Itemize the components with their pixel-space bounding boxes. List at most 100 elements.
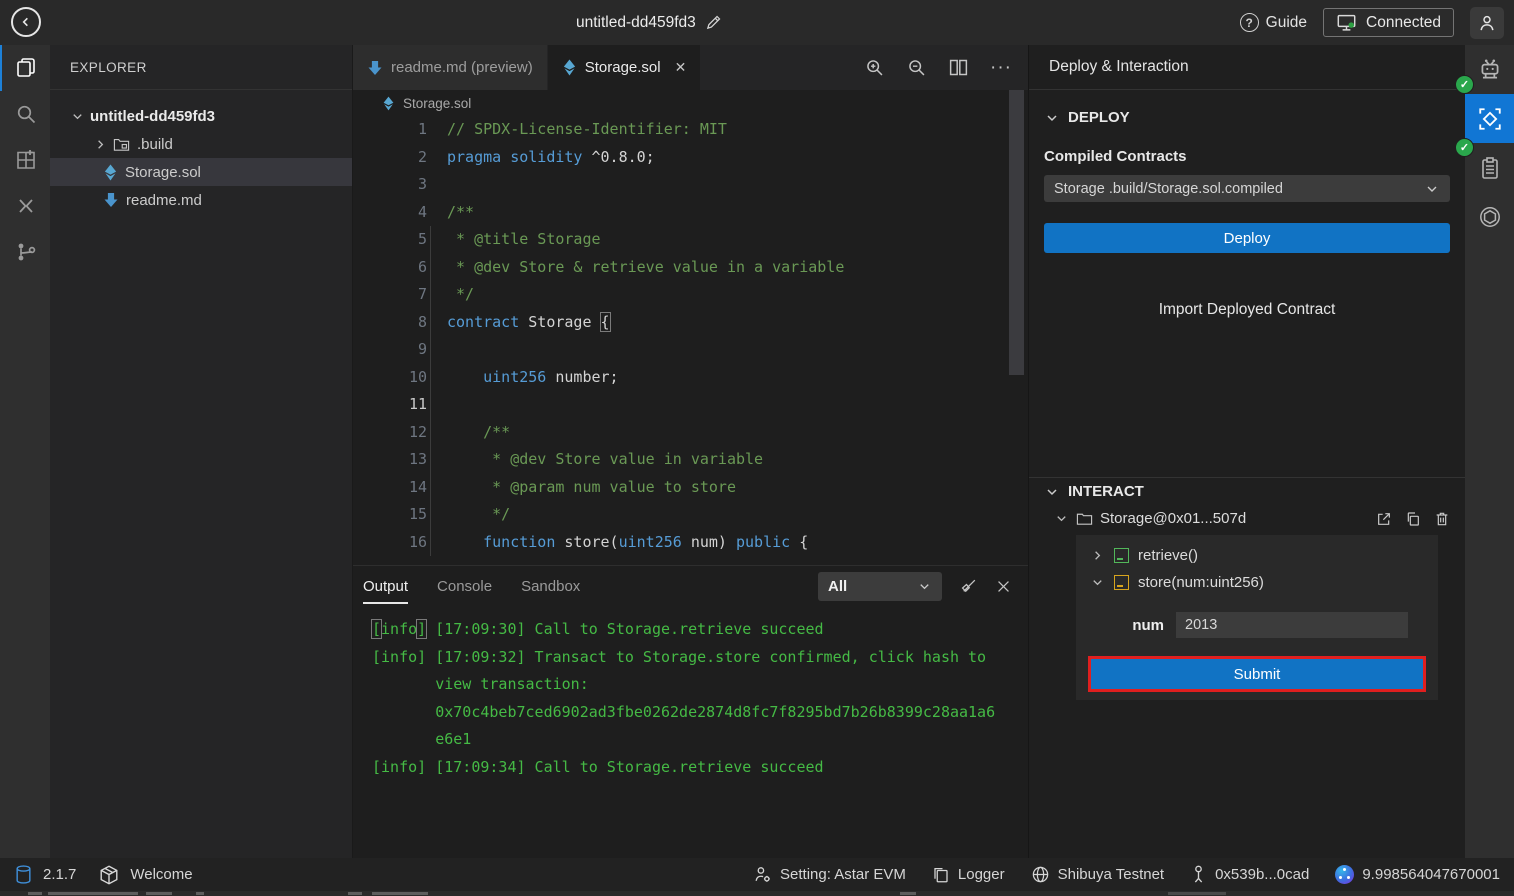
tab-console[interactable]: Console [437,566,492,607]
tab-label: readme.md (preview) [391,59,533,76]
git-fork-icon [14,240,38,264]
view-method-icon [1114,548,1129,563]
deploy-section-toggle[interactable]: DEPLOY [1044,109,1450,126]
sidebar-item-source-control[interactable] [0,229,50,275]
avatar[interactable] [1470,7,1504,39]
guide-button[interactable]: ? Guide [1240,13,1307,32]
output-panel: Output Console Sandbox All [info] [1 [353,565,1028,858]
close-tab-icon[interactable]: ✕ [675,59,687,76]
method-name: retrieve() [1138,547,1198,564]
chevron-down-icon [1044,110,1060,126]
zoom-out-icon[interactable] [906,57,927,78]
sidebar-item-search[interactable] [0,91,50,137]
more-actions-icon[interactable]: ··· [990,63,1012,73]
tab-readme-md[interactable]: readme.md (preview) [353,45,547,90]
activity-bar-right [1465,45,1514,858]
deploy-section-label: DEPLOY [1068,109,1130,126]
panel-item-deploy-interaction[interactable] [1465,94,1514,143]
deploy-section: DEPLOY Compiled Contracts Storage .build… [1044,109,1450,319]
deploy-button[interactable]: Deploy [1044,223,1450,253]
chevron-down-icon [1090,575,1105,590]
code-line: 15 */ [353,501,1028,529]
title-bar: untitled-dd459fd3 ? Guide Connected [0,0,1514,45]
split-editor-icon[interactable] [948,57,969,78]
submit-button[interactable]: Submit [1091,659,1423,689]
key-pin-icon [1190,865,1207,884]
param-label: num [1076,617,1176,634]
network-selector[interactable]: Shibuya Testnet [1031,865,1164,884]
panel-item-chatgpt[interactable] [1465,192,1514,241]
back-button[interactable] [11,7,41,37]
copy-icon[interactable] [1405,511,1421,527]
setting-astar-evm[interactable]: Setting: Astar EVM [753,865,906,884]
clear-output-icon[interactable] [959,577,978,596]
tab-storage-sol[interactable]: Storage.sol ✕ [548,45,701,90]
sidebar-item-extensions[interactable] [0,137,50,183]
editor-area: readme.md (preview) Storage.sol ✕ ··· St… [353,45,1028,858]
tree-item-storage-sol[interactable]: Storage.sol [50,158,352,186]
code-line: 13 * @dev Store value in variable [353,446,1028,474]
connected-label: Connected [1366,14,1441,32]
sidebar-item-plugins[interactable] [0,183,50,229]
editor-scrollbar[interactable] [1009,90,1024,375]
tree-root-untitled-dd459fd3[interactable]: untitled-dd459fd3 [50,102,352,130]
log-filter-select[interactable]: All [818,572,942,601]
activity-bar-left [0,45,50,858]
check-badge: ✓ [1455,138,1474,157]
filter-value: All [828,578,847,595]
tab-output[interactable]: Output [363,566,408,607]
tab-sandbox[interactable]: Sandbox [521,566,580,607]
user-gear-icon [753,865,772,884]
compiled-contracts-select[interactable]: Storage .build/Storage.sol.compiled [1044,175,1450,202]
monitor-connected-icon [1336,13,1357,32]
tab-label: Storage.sol [585,59,661,76]
param-row-num: num [1076,612,1438,638]
method-retrieve-row[interactable]: retrieve() [1076,542,1438,569]
welcome-button[interactable]: Welcome [130,866,192,883]
check-badge: ✓ [1455,75,1474,94]
database-icon [14,864,33,885]
tree-item-readme-md[interactable]: readme.md [50,186,352,214]
chevron-right-icon [93,137,108,152]
logger-button[interactable]: Logger [932,866,1005,884]
sidebar-item-explorer[interactable] [0,45,50,91]
interact-section-toggle[interactable]: INTERACT [1044,483,1450,500]
code-line: 14 * @param num value to store [353,474,1028,502]
contract-instance-row[interactable]: Storage@0x01...507d [1044,510,1450,527]
code-line: 3 [353,171,1028,199]
logger-label: Logger [958,866,1005,883]
log-line: [info] [17:09:32] Transact to Storage.st… [372,644,1028,672]
address-label: 0x539b...0cad [1215,866,1309,883]
solidity-file-icon [382,96,395,111]
panel-title: Deploy & Interaction [1029,45,1465,90]
wallet-balance[interactable]: 9.998564047670001 [1335,865,1500,884]
num-input[interactable] [1176,612,1408,638]
output-tab-bar: Output Console Sandbox All [353,566,1028,607]
connected-button[interactable]: Connected [1323,8,1454,37]
open-external-icon[interactable] [1376,511,1392,527]
solidity-file-icon [562,59,577,76]
close-panel-icon[interactable] [995,578,1012,595]
method-store-row[interactable]: store(num:uint256) [1076,569,1438,596]
method-name: store(num:uint256) [1138,574,1264,591]
version-label[interactable]: 2.1.7 [43,866,76,883]
chevron-down-icon [1044,484,1060,500]
project-title: untitled-dd459fd3 [576,14,696,32]
code-line: 4/** [353,199,1028,227]
wallet-address[interactable]: 0x539b...0cad [1190,865,1309,884]
code-line: 12 /** [353,419,1028,447]
zoom-in-icon[interactable] [864,57,885,78]
log-line: e6e1 [372,726,1028,754]
code-editor[interactable]: 1// SPDX-License-Identifier: MIT2pragma … [353,116,1028,565]
markdown-file-icon [367,60,383,76]
tree-item-build[interactable]: .build [50,130,352,158]
interact-section: INTERACT Storage@0x01...507d [1044,483,1450,527]
code-line: 16 function store(uint256 num) public { [353,529,1028,557]
edit-pencil-icon[interactable] [705,14,722,31]
breadcrumb[interactable]: Storage.sol [353,90,1028,116]
status-bar: 2.1.7 Welcome Setting: Astar EVM Logger … [0,858,1514,891]
import-deployed-contract-link[interactable]: Import Deployed Contract [1044,301,1450,319]
trash-icon[interactable] [1434,511,1450,527]
deploy-interaction-panel: Deploy & Interaction DEPLOY Compiled Con… [1028,45,1465,858]
compiled-contracts-label: Compiled Contracts [1044,148,1450,165]
